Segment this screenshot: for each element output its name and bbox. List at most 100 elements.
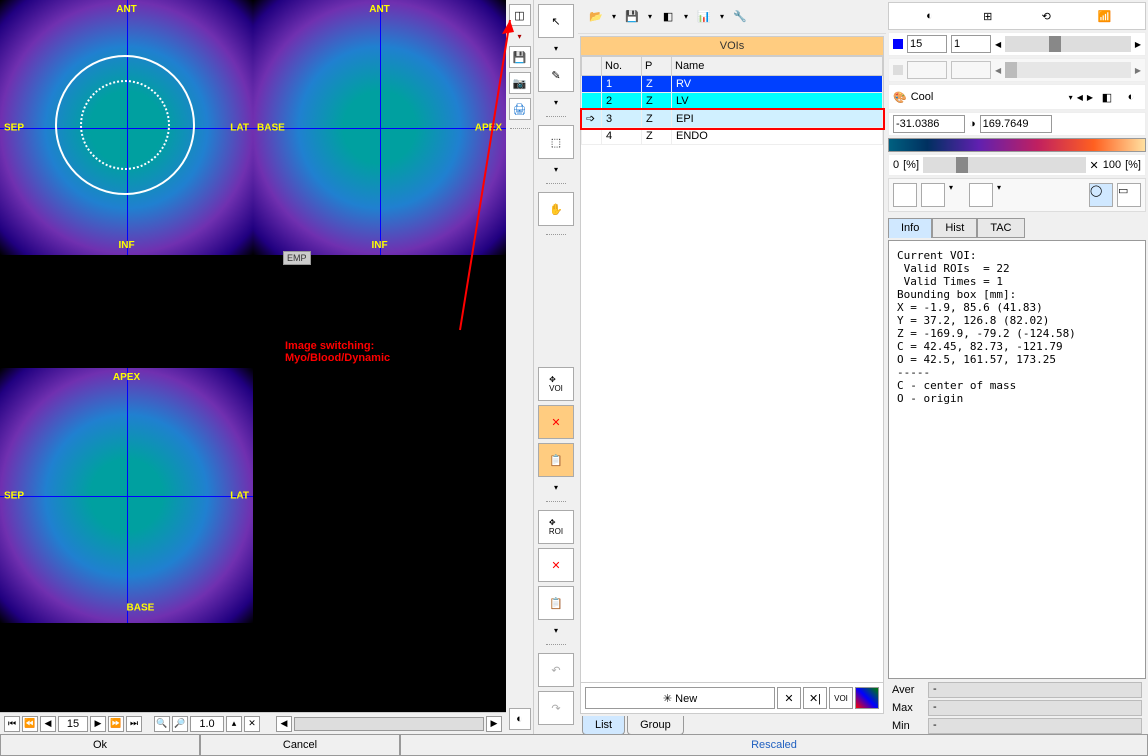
info-tab[interactable]: Info (888, 218, 932, 238)
camera-icon[interactable]: 📷 (509, 72, 531, 94)
print-icon[interactable]: 🖨 (509, 98, 531, 120)
voi-row-selected[interactable]: ➩3ZEPI (582, 110, 883, 128)
cube-dropdown[interactable]: ▾ (550, 163, 562, 175)
slice-b-input[interactable] (951, 35, 991, 53)
colormap-invert-icon[interactable]: ◐ (1121, 87, 1141, 107)
scroll-right-button[interactable]: ▶ (486, 716, 502, 732)
voi-props-button[interactable]: VOI (829, 687, 853, 709)
next-fast-button[interactable]: ⏩ (108, 716, 124, 732)
cancel-button[interactable]: Cancel (200, 734, 400, 756)
sync-icon[interactable]: ⟲ (1036, 6, 1056, 26)
save-image-icon[interactable]: 💾 (509, 46, 531, 68)
chart-dropdown[interactable]: ▾ (720, 12, 724, 21)
cube-tool[interactable]: ⬚ (538, 125, 574, 159)
voi-copy-tool[interactable]: 📋 (538, 443, 574, 477)
window-slider[interactable] (923, 157, 1085, 173)
first-frame-button[interactable]: ⏮ (4, 716, 20, 732)
shape-rect-button[interactable]: ▭ (1117, 183, 1141, 207)
zoom-in-button[interactable]: 🔎 (172, 716, 188, 732)
hand-tool[interactable]: ✋ (538, 192, 574, 226)
image-switch-dropdown[interactable]: ▾ (514, 30, 526, 42)
group-tab[interactable]: Group (627, 716, 684, 735)
new-voi-button[interactable]: ✳ New (585, 687, 775, 709)
zoom-reset-button[interactable]: ✕ (244, 716, 260, 732)
slice-next[interactable]: ▶ (1135, 40, 1141, 49)
window-lock-icon[interactable]: ✕ (1090, 159, 1099, 172)
save-icon[interactable]: 💾 (622, 7, 642, 27)
window-low-input[interactable] (893, 115, 965, 133)
layout-icon[interactable]: ◫ (509, 4, 531, 26)
wrench-icon[interactable]: 🔧 (730, 7, 750, 27)
open-icon[interactable]: 📂 (586, 7, 606, 27)
hla-label-left: BASE (257, 122, 285, 133)
contrast-icon[interactable]: ◧ (658, 7, 678, 27)
contour-tool[interactable]: ✎ (538, 58, 574, 92)
pointer-dropdown[interactable]: ▾ (550, 42, 562, 54)
colormap-name: Cool (911, 91, 1065, 103)
zoom-out-button[interactable]: 🔍 (154, 716, 170, 732)
ok-button[interactable]: Ok (0, 734, 200, 756)
info-icon[interactable]: ◐ (509, 708, 531, 730)
slice-slider[interactable] (1005, 36, 1131, 52)
colormap-dropdown[interactable]: ▾ (1069, 93, 1073, 102)
view-mode-dropdown[interactable]: ▾ (949, 183, 953, 207)
scroll-left-button[interactable]: ◀ (276, 716, 292, 732)
window-high-input[interactable] (980, 115, 1052, 133)
contrast-dropdown[interactable]: ▾ (684, 12, 688, 21)
view-mode3-dropdown[interactable]: ▾ (997, 183, 1001, 207)
status-label: Rescaled (400, 734, 1148, 756)
chart-icon[interactable]: 📊 (694, 7, 714, 27)
slice-a-input[interactable] (907, 35, 947, 53)
redo-button[interactable]: ↷ (538, 691, 574, 725)
palette-icon[interactable]: 🎨 (893, 91, 907, 104)
voi-delete-tool[interactable]: ✕ (538, 405, 574, 439)
voi-color-button[interactable] (855, 687, 879, 709)
roi-delete-tool[interactable]: ✕ (538, 548, 574, 582)
voi-move-tool[interactable]: ✥VOI (538, 367, 574, 401)
colormap-prev[interactable]: ◀ (1077, 93, 1083, 102)
save-dropdown[interactable]: ▾ (648, 12, 652, 21)
list-tab[interactable]: List (582, 716, 625, 735)
view-mode-3-button[interactable] (969, 183, 993, 207)
contrast-mode-icon[interactable]: ◐ (919, 6, 939, 26)
voi-row[interactable]: 1ZRV (582, 76, 883, 93)
vla-label-right: LAT (230, 490, 249, 501)
last-frame-button[interactable]: ⏭ (126, 716, 142, 732)
voi-copy-dropdown[interactable]: ▾ (550, 481, 562, 493)
shape-circle-button[interactable]: ◯ (1089, 183, 1113, 207)
colormap-next[interactable]: ▶ (1087, 93, 1093, 102)
roi-copy-dropdown[interactable]: ▾ (550, 624, 562, 636)
roi-copy-tool[interactable]: 📋 (538, 586, 574, 620)
prev-frame-button[interactable]: ◀ (40, 716, 56, 732)
vla-view[interactable]: APEX BASE SEP LAT (0, 368, 253, 623)
view-mode-1-button[interactable] (893, 183, 917, 207)
pointer-tool[interactable]: ↖ (538, 4, 574, 38)
broadcast-icon[interactable]: 📶 (1095, 6, 1115, 26)
short-axis-view[interactable]: ANT INF SEP LAT (0, 0, 253, 255)
scrollbar[interactable] (294, 717, 484, 731)
tac-tab[interactable]: TAC (977, 218, 1024, 238)
col-name[interactable]: Name (672, 57, 883, 76)
contour-dropdown[interactable]: ▾ (550, 96, 562, 108)
voi-row[interactable]: 2ZLV (582, 93, 883, 110)
undo-button[interactable]: ↶ (538, 653, 574, 687)
next-frame-button[interactable]: ▶ (90, 716, 106, 732)
hist-tab[interactable]: Hist (932, 218, 977, 238)
grid-mode-icon[interactable]: ⊞ (978, 6, 998, 26)
col-p[interactable]: P (642, 57, 672, 76)
half-moon-icon[interactable]: ◑ (969, 118, 976, 130)
col-no[interactable]: No. (602, 57, 642, 76)
open-dropdown[interactable]: ▾ (612, 12, 616, 21)
voi-row[interactable]: 4ZENDO (582, 128, 883, 145)
view-mode-2-button[interactable] (921, 183, 945, 207)
colormap-edit-icon[interactable]: ◧ (1097, 87, 1117, 107)
hla-view[interactable]: ANT INF BASE APEX EMP (253, 0, 506, 255)
slice-prev[interactable]: ◀ (995, 40, 1001, 49)
frame-input[interactable] (58, 716, 88, 732)
roi-move-tool[interactable]: ✥ROI (538, 510, 574, 544)
prev-fast-button[interactable]: ⏪ (22, 716, 38, 732)
zoom-up-button[interactable]: ▴ (226, 716, 242, 732)
remove-voi-button[interactable]: ✕ (777, 687, 801, 709)
remove-all-button[interactable]: ✕| (803, 687, 827, 709)
zoom-input[interactable] (190, 716, 224, 732)
